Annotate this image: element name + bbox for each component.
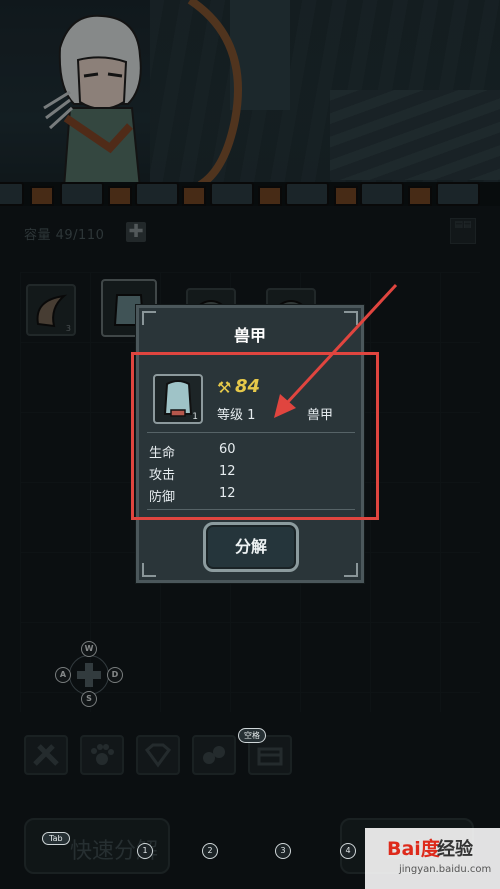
baidu-watermark: Bai度 经验 jingyan.baidu.com bbox=[365, 828, 500, 889]
watermark-brand: 经验 bbox=[437, 839, 473, 860]
baidu-logo: Bai度 bbox=[387, 838, 440, 860]
annotation-arrow bbox=[274, 283, 398, 418]
watermark-url: jingyan.baidu.com bbox=[399, 864, 492, 875]
